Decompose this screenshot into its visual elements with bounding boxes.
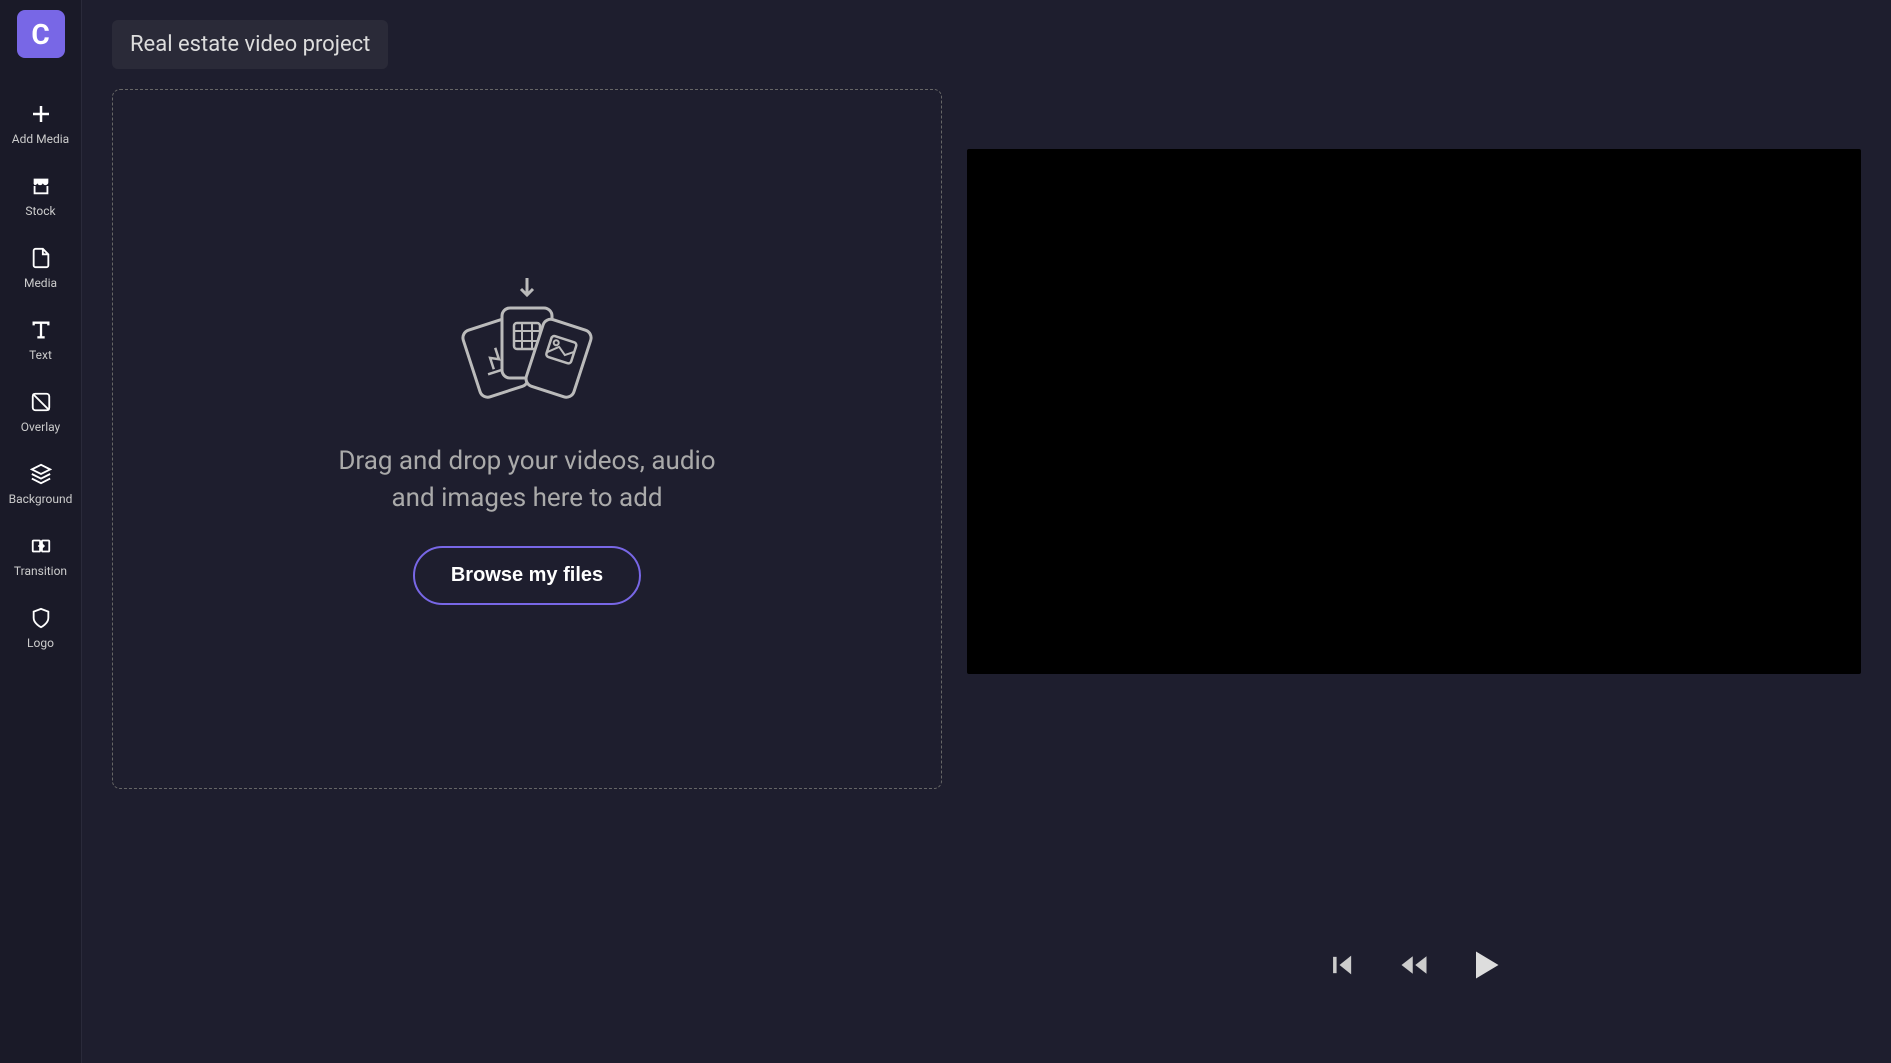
sidebar-item-label: Logo [27, 636, 54, 650]
skip-back-icon [1329, 951, 1357, 979]
logo-letter: C [31, 18, 49, 51]
sidebar-item-transition[interactable]: Transition [0, 520, 82, 592]
project-title-input[interactable]: Real estate video project [112, 20, 388, 69]
play-icon [1467, 947, 1503, 983]
sidebar-item-overlay[interactable]: Overlay [0, 376, 82, 448]
sidebar-item-label: Text [29, 348, 52, 362]
sidebar-item-stock[interactable]: Stock [0, 160, 82, 232]
sidebar-item-logo[interactable]: Logo [0, 592, 82, 664]
main-area: Real estate video project [82, 0, 1891, 1063]
header: Real estate video project [82, 0, 1891, 89]
media-cards-icon [437, 273, 617, 413]
play-button[interactable] [1467, 947, 1503, 983]
sidebar-item-label: Overlay [21, 420, 60, 434]
plus-icon [29, 102, 53, 126]
sidebar: C Add Media Stock Media Text Overlay [0, 0, 82, 1063]
preview-panel [967, 89, 1861, 1033]
file-icon [29, 246, 53, 270]
dropzone-instruction: Drag and drop your videos, audio and ima… [327, 443, 727, 516]
media-dropzone[interactable]: Drag and drop your videos, audio and ima… [112, 89, 942, 789]
sidebar-item-media[interactable]: Media [0, 232, 82, 304]
store-icon [29, 174, 53, 198]
app-logo[interactable]: C [17, 10, 65, 58]
content-area: Drag and drop your videos, audio and ima… [82, 89, 1891, 1063]
text-icon [29, 318, 53, 342]
rewind-icon [1399, 950, 1429, 980]
layers-icon [29, 462, 53, 486]
video-preview[interactable] [967, 149, 1861, 674]
project-title-text: Real estate video project [130, 32, 370, 57]
overlay-icon [29, 390, 53, 414]
browse-files-button[interactable]: Browse my files [413, 546, 641, 605]
browse-button-label: Browse my files [451, 564, 603, 586]
sidebar-item-label: Stock [25, 204, 55, 218]
sidebar-item-label: Background [9, 492, 73, 506]
playback-controls [967, 917, 1861, 1013]
rewind-button[interactable] [1396, 947, 1432, 983]
transition-icon [29, 534, 53, 558]
sidebar-item-label: Media [24, 276, 57, 290]
shield-icon [29, 606, 53, 630]
skip-back-button[interactable] [1325, 947, 1361, 983]
sidebar-item-text[interactable]: Text [0, 304, 82, 376]
sidebar-item-label: Transition [14, 564, 67, 578]
sidebar-item-add-media[interactable]: Add Media [0, 88, 82, 160]
sidebar-item-background[interactable]: Background [0, 448, 82, 520]
sidebar-item-label: Add Media [12, 132, 69, 146]
